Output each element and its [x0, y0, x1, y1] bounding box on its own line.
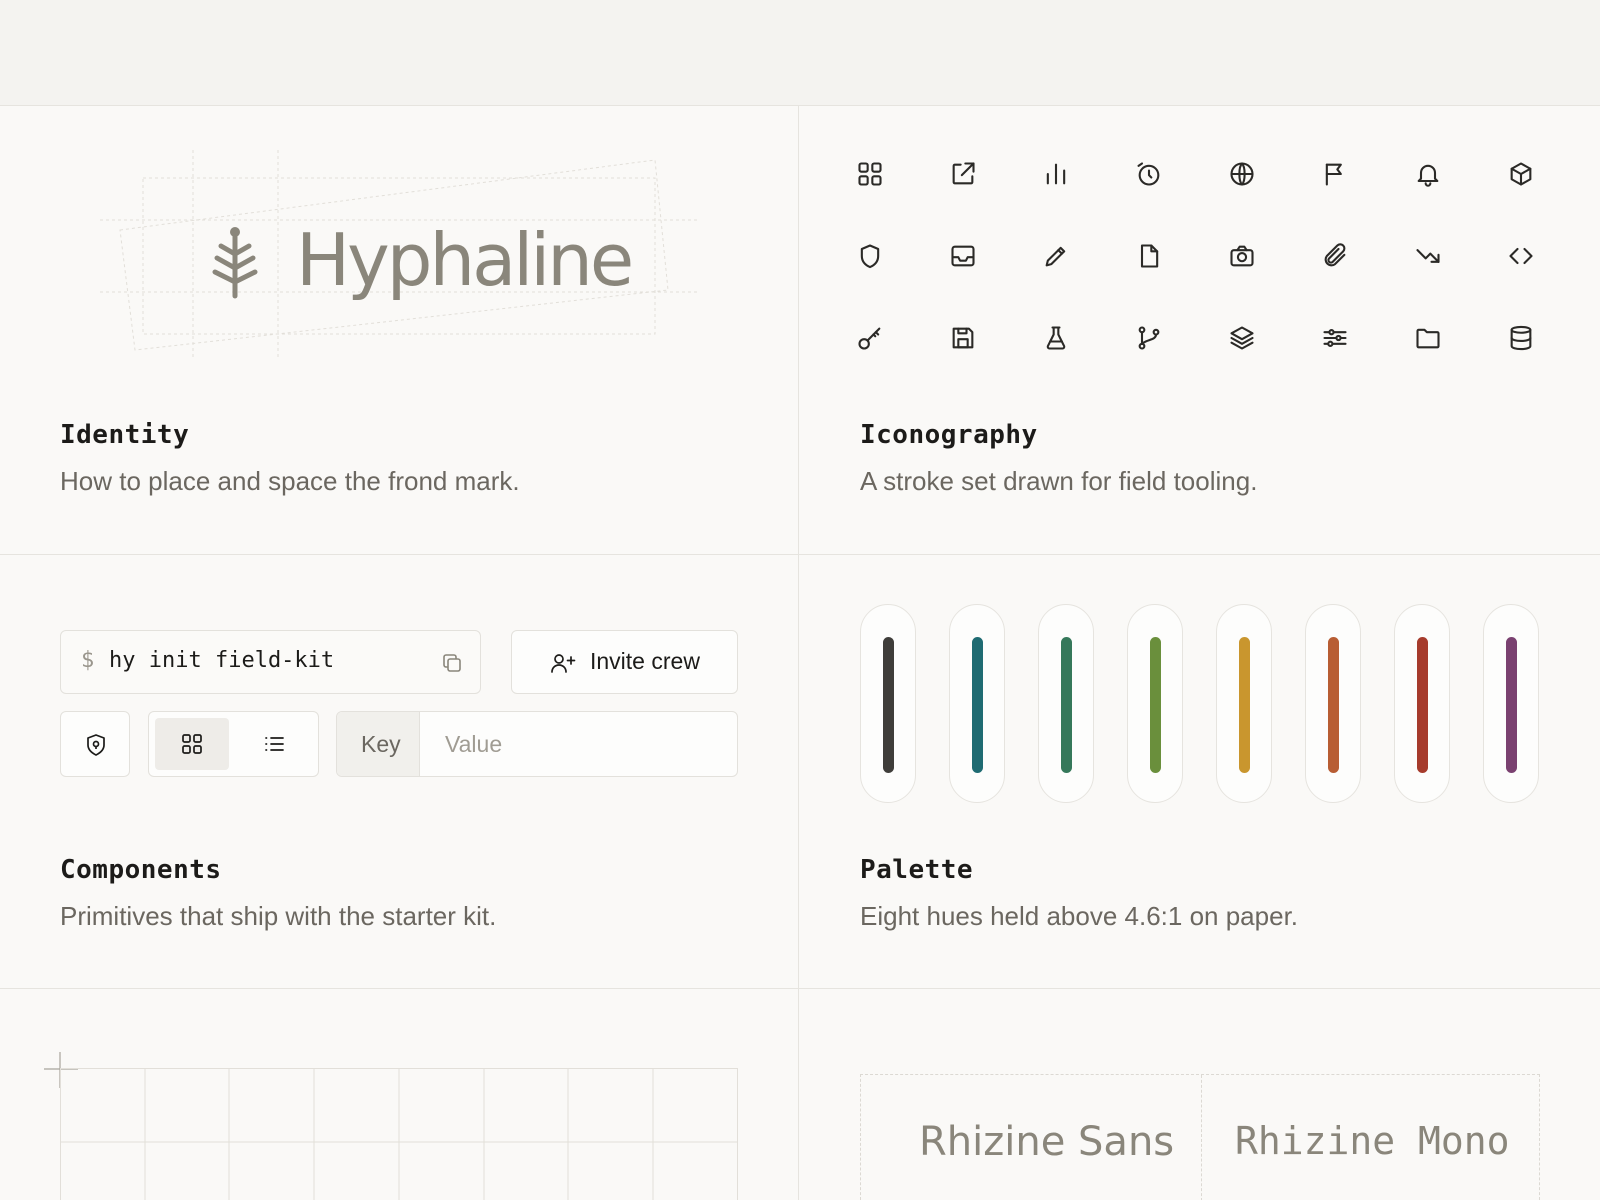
- sans-font-name: Rhizine Sans: [919, 1119, 1175, 1165]
- list-view-option[interactable]: [237, 718, 311, 770]
- iconography-description: A stroke set drawn for field tooling.: [860, 466, 1258, 496]
- code-icon: [1507, 242, 1535, 270]
- inbox-icon: [949, 242, 977, 270]
- command-text: hy init field-kit: [109, 648, 335, 673]
- color-swatch[interactable]: [949, 604, 1005, 803]
- folder-icon: [1414, 324, 1442, 352]
- identity-title: Identity: [60, 420, 190, 450]
- value-input[interactable]: [421, 712, 737, 776]
- pencil-icon: [1042, 242, 1070, 270]
- flask-icon: [1042, 324, 1070, 352]
- camera-icon: [1228, 242, 1256, 270]
- save-icon: [949, 324, 977, 352]
- flag-icon: [1321, 160, 1349, 188]
- bar-chart-icon: [1042, 160, 1070, 188]
- typography-specimen: Rhizine Sans Rhizine Mono: [860, 1074, 1540, 1200]
- mono-font-name: Rhizine Mono: [1235, 1119, 1510, 1163]
- swatch-color-bar: [972, 637, 983, 773]
- box-icon: [1507, 160, 1535, 188]
- sliders-icon: [1321, 324, 1349, 352]
- swatch-color-bar: [1506, 637, 1517, 773]
- shield-icon: [87, 734, 105, 756]
- paperclip-icon: [1321, 242, 1349, 270]
- key-label: Key: [361, 731, 401, 757]
- swatch-color-bar: [1150, 637, 1161, 773]
- key-icon: [856, 324, 884, 352]
- icon-grid: [856, 160, 1536, 420]
- swatch-color-bar: [1061, 637, 1072, 773]
- vertical-divider: [798, 106, 799, 1200]
- git-branch-icon: [1135, 324, 1163, 352]
- copy-icon[interactable]: [440, 651, 464, 675]
- layout-grid: [60, 1068, 738, 1200]
- color-swatch[interactable]: [1127, 604, 1183, 803]
- user-plus-icon: [551, 654, 576, 673]
- identity-description: How to place and space the frond mark.: [60, 466, 520, 496]
- key-addon: Key: [337, 712, 420, 776]
- palette-description: Eight hues held above 4.6:1 on paper.: [860, 901, 1299, 931]
- grid-icon: [182, 734, 202, 754]
- invite-crew-button[interactable]: Invite crew: [511, 630, 738, 694]
- row-divider: [0, 554, 1600, 555]
- swatch-color-bar: [1239, 637, 1250, 773]
- palette-title: Palette: [860, 855, 974, 885]
- top-bar: [0, 0, 1600, 106]
- specimen-divider: [1201, 1075, 1202, 1200]
- database-icon: [1507, 324, 1535, 352]
- shield-icon: [856, 242, 884, 270]
- list-icon: [265, 737, 284, 751]
- color-swatch[interactable]: [1038, 604, 1094, 803]
- shield-button[interactable]: [60, 711, 130, 777]
- view-toggle: [148, 711, 319, 777]
- components-title: Components: [60, 855, 222, 885]
- color-swatch[interactable]: [1305, 604, 1361, 803]
- color-swatch[interactable]: [860, 604, 916, 803]
- wordmark: Hyphaline: [296, 218, 634, 302]
- alarm-clock-icon: [1135, 160, 1163, 188]
- components-description: Primitives that ship with the starter ki…: [60, 901, 497, 931]
- color-swatch[interactable]: [1216, 604, 1272, 803]
- row-divider: [0, 988, 1600, 989]
- globe-icon: [1228, 160, 1256, 188]
- layers-icon: [1228, 324, 1256, 352]
- command-field[interactable]: $ hy init field-kit: [60, 630, 481, 694]
- grid-icon: [856, 160, 884, 188]
- external-link-icon: [949, 160, 977, 188]
- key-value-field: Key: [336, 711, 738, 777]
- iconography-title: Iconography: [860, 420, 1038, 450]
- swatch-color-bar: [883, 637, 894, 773]
- swatch-color-bar: [1417, 637, 1428, 773]
- frond-logo-icon: [212, 227, 258, 299]
- bell-icon: [1414, 160, 1442, 188]
- color-swatch[interactable]: [1394, 604, 1450, 803]
- color-swatch[interactable]: [1483, 604, 1539, 803]
- trending-down-icon: [1414, 242, 1442, 270]
- invite-crew-label: Invite crew: [590, 648, 700, 674]
- command-prompt: $: [81, 648, 95, 673]
- file-icon: [1135, 242, 1163, 270]
- swatch-color-bar: [1328, 637, 1339, 773]
- grid-view-option[interactable]: [155, 718, 229, 770]
